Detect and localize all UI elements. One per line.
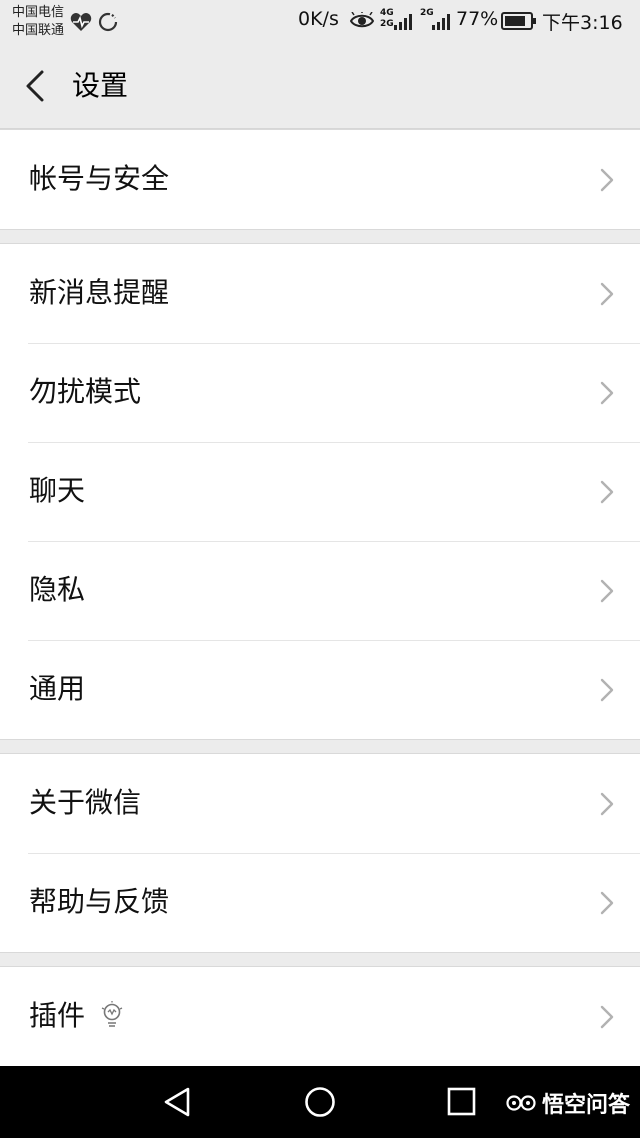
square-recents-icon (447, 1087, 476, 1116)
settings-item-do-not-disturb[interactable]: 勿扰模式 (0, 343, 640, 442)
chevron-right-icon (600, 168, 614, 192)
chevron-right-icon (600, 792, 614, 816)
clock: 下午3:16 (542, 12, 623, 34)
settings-item-label: 帮助与反馈 (29, 885, 170, 918)
circle-home-icon (305, 1087, 335, 1117)
settings-group-plugins: 插件 (0, 966, 640, 1066)
wukong-logo-icon (506, 1095, 536, 1111)
chevron-right-icon (600, 1005, 614, 1029)
settings-item-notifications[interactable]: 新消息提醒 (0, 244, 640, 343)
settings-item-label: 新消息提醒 (29, 276, 170, 309)
back-arrow-icon (26, 70, 44, 102)
settings-item-help-feedback[interactable]: 帮助与反馈 (0, 853, 640, 952)
eye-icon (350, 12, 374, 28)
settings-item-privacy[interactable]: 隐私 (0, 541, 640, 640)
settings-item-label: 关于微信 (29, 786, 142, 819)
lightbulb-icon (101, 1001, 123, 1027)
network-type-2g-a: 2G (380, 19, 394, 29)
status-bar: 中国电信 中国联通 0K/s 4G 2G 2G 77% 下午3:16 (0, 0, 640, 44)
settings-item-plugins[interactable]: 插件 (0, 967, 640, 1066)
chevron-right-icon (600, 381, 614, 405)
chevron-right-icon (600, 579, 614, 603)
settings-item-general[interactable]: 通用 (0, 640, 640, 739)
watermark-text: 悟空问答 (541, 1093, 630, 1118)
carrier-names: 中国电信 中国联通 (12, 4, 64, 40)
heartbeat-icon (70, 13, 92, 31)
settings-item-chat[interactable]: 聊天 (0, 442, 640, 541)
settings-group-about: 关于微信 帮助与反馈 (0, 753, 640, 953)
settings-item-label: 通用 (29, 672, 86, 705)
title-bar: 设置 (0, 44, 640, 129)
settings-item-label: 插件 (29, 999, 86, 1032)
chevron-right-icon (600, 282, 614, 306)
back-button[interactable] (14, 62, 58, 110)
chevron-right-icon (600, 891, 614, 915)
settings-group-main: 新消息提醒 勿扰模式 聊天 隐私 通用 (0, 243, 640, 740)
network-speed: 0K/s (298, 8, 339, 30)
watermark: 悟空问答 (506, 1088, 630, 1118)
triangle-back-icon (164, 1087, 190, 1117)
settings-item-label: 勿扰模式 (29, 375, 142, 408)
settings-item-label: 聊天 (29, 474, 86, 507)
carrier-2: 中国联通 (12, 23, 65, 38)
nav-back-button[interactable] (160, 1084, 196, 1120)
nav-home-button[interactable] (302, 1084, 338, 1120)
settings-list: 帐号与安全 新消息提醒 勿扰模式 聊天 隐私 通用 关于微信 帮助与反馈 插件 (0, 129, 640, 1066)
settings-item-label: 隐私 (29, 573, 86, 606)
navigation-bar: 悟空问答 (0, 1066, 640, 1138)
settings-item-about-wechat[interactable]: 关于微信 (0, 754, 640, 853)
settings-group-account: 帐号与安全 (0, 129, 640, 230)
settings-item-label: 帐号与安全 (29, 162, 170, 195)
page-title: 设置 (72, 69, 129, 102)
settings-item-account-security[interactable]: 帐号与安全 (0, 130, 640, 229)
battery-icon (501, 12, 536, 30)
signal-icon (432, 14, 450, 30)
chevron-right-icon (600, 480, 614, 504)
carrier-1: 中国电信 (12, 5, 65, 20)
battery-percentage: 77% (456, 8, 499, 30)
chevron-right-icon (600, 678, 614, 702)
nav-recents-button[interactable] (446, 1086, 478, 1118)
network-type-4g: 4G (380, 8, 394, 18)
signal-icon (394, 14, 412, 30)
sync-icon (98, 12, 118, 32)
